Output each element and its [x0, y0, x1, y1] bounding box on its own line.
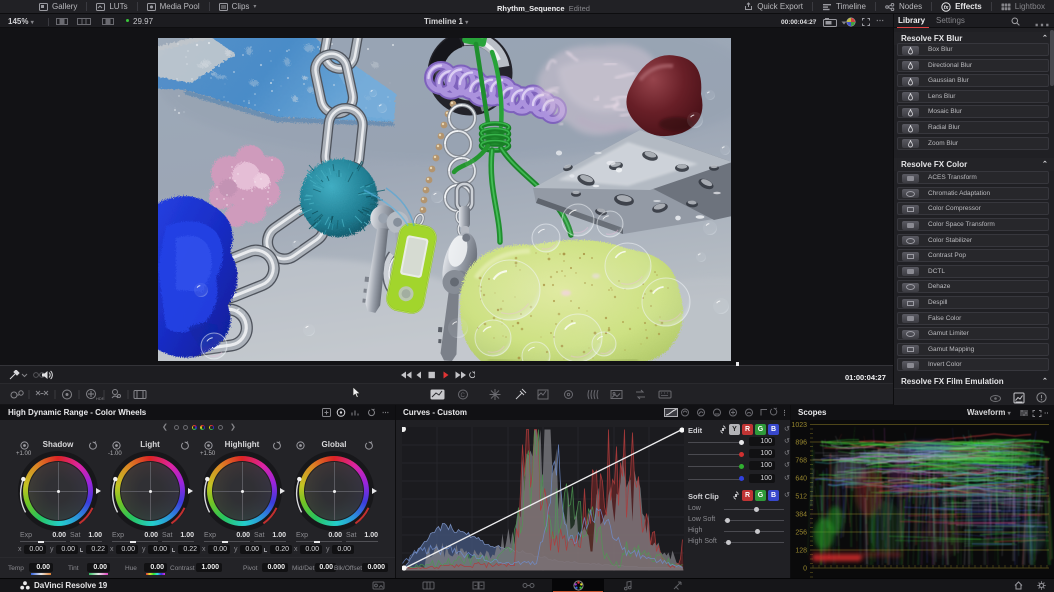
svg-text:512: 512 [795, 494, 807, 501]
svg-text:384: 384 [795, 512, 807, 519]
svg-text:C: C [461, 393, 466, 399]
svg-text:⋮: ⋮ [781, 409, 786, 417]
svg-text:768: 768 [795, 458, 807, 465]
svg-text:HDR: HDR [96, 396, 105, 401]
svg-text:640: 640 [795, 476, 807, 483]
svg-text:0: 0 [803, 566, 807, 573]
svg-text:256: 256 [795, 530, 807, 537]
svg-text:1023: 1023 [791, 422, 807, 429]
svg-text:896: 896 [795, 440, 807, 447]
svg-text:⋯: ⋯ [382, 410, 389, 417]
svg-text:⋯: ⋯ [1044, 411, 1049, 418]
svg-text:128: 128 [795, 548, 807, 555]
